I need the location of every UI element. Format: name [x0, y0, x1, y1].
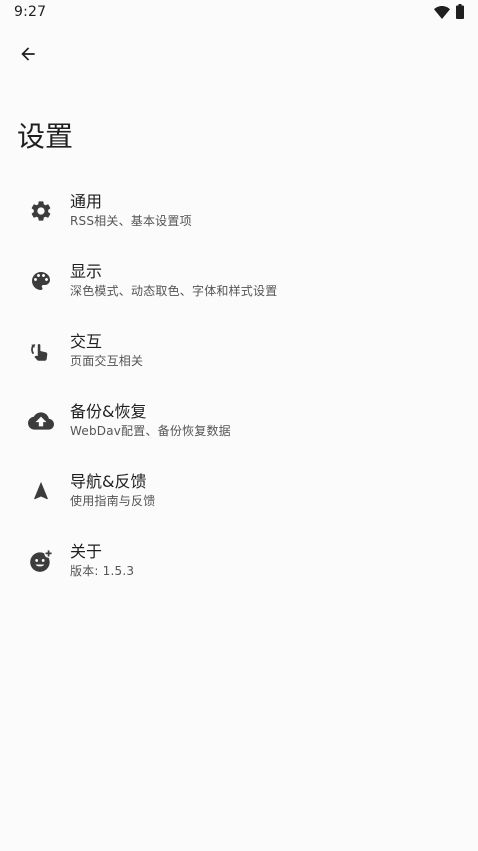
item-subtitle: RSS相关、基本设置项: [70, 214, 192, 228]
item-title: 通用: [70, 192, 103, 211]
item-subtitle: 版本: 1.5.3: [70, 564, 135, 578]
back-button[interactable]: [12, 40, 44, 72]
settings-item-interaction[interactable]: 交互 页面交互相关: [0, 316, 478, 386]
status-time: 9:27: [14, 4, 47, 20]
gear-icon: [28, 198, 54, 224]
item-title: 显示: [70, 262, 103, 281]
item-text: 交互 页面交互相关: [70, 332, 143, 369]
item-title: 备份&恢复: [70, 402, 147, 421]
item-title: 关于: [70, 542, 103, 561]
arrow-left-icon: [18, 44, 38, 68]
item-text: 显示 深色模式、动态取色、字体和样式设置: [70, 262, 277, 299]
item-title: 导航&反馈: [70, 472, 147, 491]
item-text: 关于 版本: 1.5.3: [70, 542, 134, 579]
settings-item-about[interactable]: 关于 版本: 1.5.3: [0, 526, 478, 596]
settings-list: 通用 RSS相关、基本设置项 显示 深色模式、动态取色、字体和样式设置 交互 页…: [0, 176, 478, 596]
item-subtitle: WebDav配置、备份恢复数据: [70, 424, 231, 438]
item-subtitle: 使用指南与反馈: [70, 494, 156, 508]
cloud-upload-icon: [28, 408, 54, 434]
item-title: 交互: [70, 332, 103, 351]
emoji-add-icon: [28, 548, 54, 574]
item-subtitle: 页面交互相关: [70, 354, 144, 368]
item-text: 备份&恢复 WebDav配置、备份恢复数据: [70, 402, 231, 439]
settings-item-backup-restore[interactable]: 备份&恢复 WebDav配置、备份恢复数据: [0, 386, 478, 456]
item-subtitle: 深色模式、动态取色、字体和样式设置: [70, 284, 278, 298]
status-bar: 9:27: [0, 0, 478, 26]
status-icons: [434, 3, 464, 23]
navigation-icon: [28, 478, 54, 504]
palette-icon: [28, 268, 54, 294]
page-title: 设置: [17, 120, 74, 153]
item-text: 通用 RSS相关、基本设置项: [70, 192, 192, 229]
swipe-hand-icon: [28, 338, 54, 364]
wifi-icon: [434, 4, 450, 23]
settings-item-general[interactable]: 通用 RSS相关、基本设置项: [0, 176, 478, 246]
settings-item-guide-feedback[interactable]: 导航&反馈 使用指南与反馈: [0, 456, 478, 526]
settings-item-display[interactable]: 显示 深色模式、动态取色、字体和样式设置: [0, 246, 478, 316]
item-text: 导航&反馈 使用指南与反馈: [70, 472, 155, 509]
battery-icon: [456, 3, 464, 23]
